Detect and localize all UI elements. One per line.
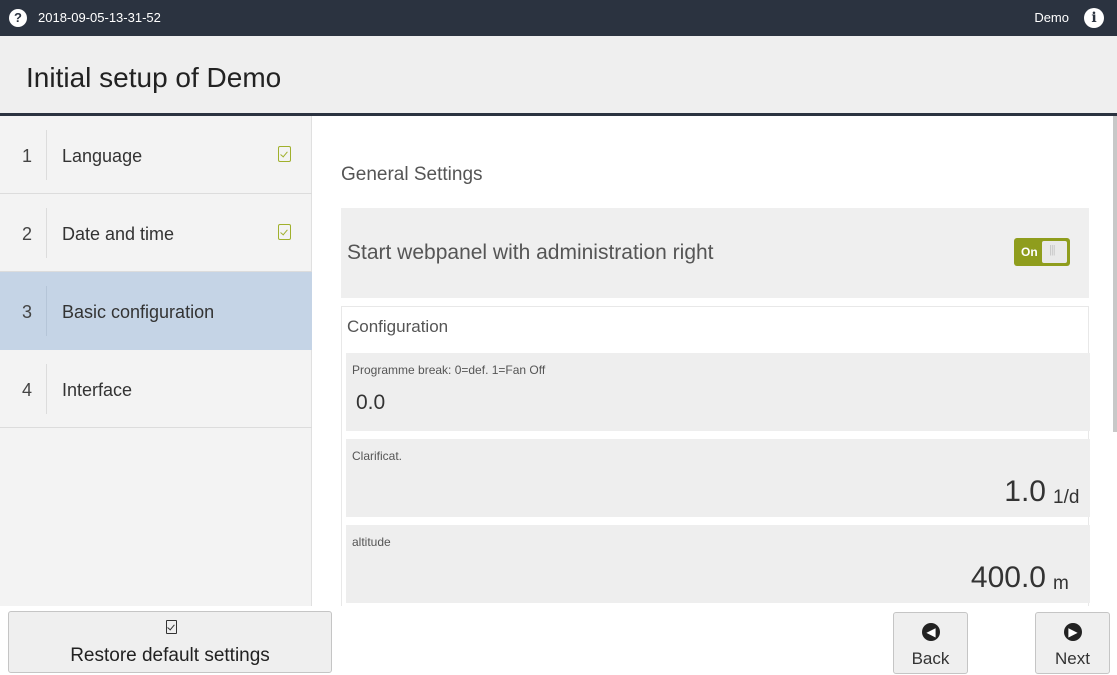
back-button[interactable]: ◀ Back (893, 612, 968, 674)
document-check-icon (278, 224, 291, 240)
field-unit: 1/d (1053, 487, 1080, 508)
step-basic-configuration[interactable]: 3 Basic configuration (0, 272, 312, 350)
title-bar: Initial setup of Demo (0, 36, 1117, 116)
step-divider (46, 208, 47, 258)
help-icon[interactable]: ? (9, 9, 27, 27)
admin-right-setting: Start webpanel with administration right… (341, 208, 1089, 298)
step-number: 2 (22, 224, 33, 244)
top-status-bar: ? 2018-09-05-13-31-52 Demo i (0, 0, 1117, 36)
toggle-knob[interactable] (1042, 241, 1067, 263)
field-label: Programme break: 0=def. 1=Fan Off (352, 363, 546, 377)
restore-button-label: Restore default settings (70, 645, 270, 666)
restore-default-settings-button[interactable]: Restore default settings (8, 611, 332, 673)
info-icon[interactable]: i (1084, 8, 1104, 28)
toggle-state-label: On (1021, 245, 1038, 259)
step-divider (46, 364, 47, 414)
configuration-heading: Configuration (347, 317, 449, 336)
field-unit: m (1053, 573, 1069, 594)
field-value[interactable]: 400.0 (971, 561, 1046, 595)
timestamp: 2018-09-05-13-31-52 (38, 10, 161, 25)
programme-break-field[interactable]: Programme break: 0=def. 1=Fan Off 0.0 (346, 353, 1090, 431)
step-label: Interface (62, 380, 133, 400)
step-divider (46, 286, 47, 336)
next-button[interactable]: ▶ Next (1035, 612, 1110, 674)
step-number: 4 (22, 380, 33, 400)
field-value[interactable]: 1.0 (1004, 475, 1046, 509)
field-label: altitude (352, 535, 391, 549)
arrow-right-circle-icon: ▶ (1064, 623, 1082, 641)
step-label: Date and time (62, 224, 175, 244)
document-check-icon (278, 146, 291, 162)
arrow-left-circle-icon: ◀ (922, 623, 940, 641)
step-number: 1 (22, 146, 33, 166)
admin-right-label: Start webpanel with administration right (347, 241, 714, 264)
configuration-section: Configuration Programme break: 0=def. 1=… (341, 306, 1090, 606)
general-settings-heading: General Settings (341, 164, 483, 185)
altitude-field[interactable]: altitude 400.0 m (346, 525, 1090, 603)
step-label: Language (62, 146, 143, 166)
user-name: Demo (1034, 10, 1069, 25)
step-interface[interactable]: 4 Interface (0, 350, 312, 428)
step-divider (46, 130, 47, 180)
setup-steps-sidebar: 1 Language 2 Date and time 3 Basic confi… (0, 116, 312, 606)
clarification-field[interactable]: Clarificat. 1.0 1/d (346, 439, 1090, 517)
field-value[interactable]: 0.0 (356, 391, 385, 415)
settings-panel[interactable]: General Settings Start webpanel with adm… (313, 116, 1117, 606)
back-button-label: Back (911, 649, 950, 668)
footer-bar: Restore default settings ◀ Back ▶ Next (0, 606, 1117, 675)
content-scrollbar[interactable] (1113, 116, 1117, 432)
next-button-label: Next (1055, 649, 1090, 668)
step-date-and-time[interactable]: 2 Date and time (0, 194, 312, 272)
step-language[interactable]: 1 Language (0, 116, 312, 194)
document-check-icon (166, 620, 177, 634)
step-number: 3 (22, 302, 33, 322)
field-label: Clarificat. (352, 449, 403, 463)
page-title: Initial setup of Demo (26, 62, 282, 93)
step-label: Basic configuration (62, 302, 215, 322)
admin-right-toggle[interactable]: On (1014, 238, 1070, 266)
